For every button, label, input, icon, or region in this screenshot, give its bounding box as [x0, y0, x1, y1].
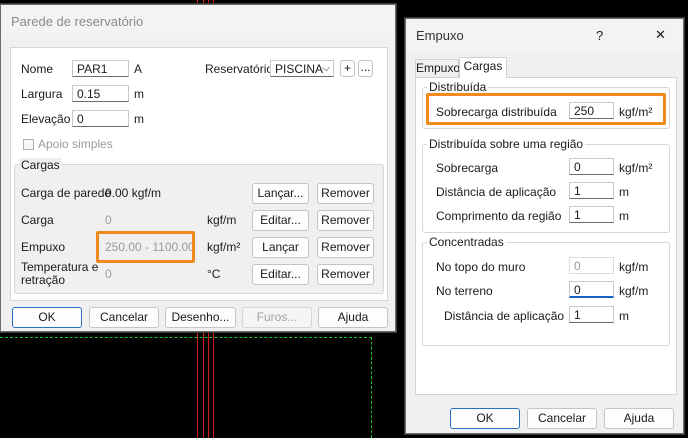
nome-input[interactable]: PAR1 [72, 60, 129, 77]
sobrecarga-input[interactable]: 0 [569, 158, 614, 175]
chevron-down-icon: ⌵ [322, 63, 330, 74]
carga-unit: kgf/m [207, 213, 237, 227]
topo-muro-unit: kgf/m [619, 260, 649, 274]
empuxo-ok-button[interactable]: OK [450, 408, 520, 429]
nome-label: Nome [21, 62, 54, 76]
empuxo-unit: kgf/m² [207, 240, 241, 254]
apoio-simples-checkbox[interactable] [23, 139, 34, 150]
distancia-aplicacao-label: Distância de aplicação [436, 185, 557, 199]
largura-unit: m [134, 87, 144, 101]
reservatorio-label: Reservatório [205, 62, 274, 76]
cargas-group-label: Cargas [19, 158, 62, 172]
distribuida-group-label: Distribuída [427, 80, 489, 94]
empuxo-ajuda-button[interactable]: Ajuda [604, 408, 674, 429]
empuxo-cancel-button[interactable]: Cancelar [527, 408, 597, 429]
carga-parede-label: Carga de parede [21, 186, 112, 200]
elevacao-unit: m [134, 112, 144, 126]
furos-button[interactable]: Furos... [242, 307, 312, 328]
remover-temp-button[interactable]: Remover [317, 264, 374, 285]
parede-titlebar[interactable]: Parede de reservatório [1, 5, 395, 39]
tab-empuxo[interactable]: Empuxo [415, 59, 460, 77]
lancar-empuxo-button[interactable]: Lançar [252, 237, 309, 258]
distancia-aplicacao-2-label: Distância de aplicação [444, 309, 565, 323]
carga-label: Carga [21, 213, 54, 227]
close-icon[interactable]: ✕ [655, 27, 666, 43]
sobrecarga-unit: kgf/m² [619, 161, 653, 175]
distancia-aplicacao-2-unit: m [619, 309, 629, 323]
editar-carga-button[interactable]: Editar... [252, 210, 309, 231]
parede-dialog: Parede de reservatório Nome PAR1 A Reser… [0, 4, 396, 332]
more-reservatorio-button[interactable]: ... [358, 60, 373, 77]
editar-temp-button[interactable]: Editar... [252, 264, 309, 285]
largura-input[interactable]: 0.15 [72, 85, 129, 102]
terreno-unit: kgf/m [619, 284, 649, 298]
reservatorio-value: PISCINA [275, 62, 324, 76]
comprimento-regiao-input[interactable]: 1 [569, 206, 614, 223]
tab-cargas[interactable]: Cargas [459, 57, 507, 78]
empuxo-label: Empuxo [21, 240, 66, 254]
comprimento-regiao-unit: m [619, 209, 629, 223]
cad-line-green [0, 337, 372, 338]
carga-parede-value: 0.00 kgf/m [105, 186, 162, 200]
empuxo-title: Empuxo [416, 28, 464, 43]
terreno-label: No terreno [436, 284, 493, 298]
apoio-simples-label: Apoio simples [38, 137, 113, 151]
comprimento-regiao-label: Comprimento da região [436, 209, 562, 223]
empuxo-highlight [96, 231, 195, 263]
temp-unit: °C [207, 267, 221, 281]
largura-label: Largura [21, 87, 63, 101]
regiao-group-label: Distribuída sobre uma região [427, 137, 586, 151]
elevacao-input[interactable]: 0 [72, 110, 129, 127]
ok-button[interactable]: OK [12, 307, 82, 328]
sobrecarga-label: Sobrecarga [436, 161, 499, 175]
sobrecarga-distribuida-highlight [426, 93, 666, 125]
reservatorio-select[interactable]: PISCINA ⌵ [270, 60, 334, 77]
cancel-button[interactable]: Cancelar [89, 307, 159, 328]
parede-title: Parede de reservatório [11, 14, 144, 29]
cargas-tab-panel: Distribuída Sobrecarga distribuída 250 k… [415, 77, 677, 395]
ajuda-button[interactable]: Ajuda [318, 307, 388, 328]
elevacao-label: Elevação [21, 112, 71, 126]
distancia-aplicacao-unit: m [619, 185, 629, 199]
empuxo-titlebar[interactable]: Empuxo ? ✕ [406, 19, 683, 51]
topo-muro-label: No topo do muro [436, 260, 526, 274]
concentradas-group-label: Concentradas [427, 235, 506, 249]
cad-line-green [371, 337, 372, 438]
distancia-aplicacao-input[interactable]: 1 [569, 182, 614, 199]
help-icon[interactable]: ? [596, 28, 603, 43]
add-reservatorio-button[interactable]: + [340, 60, 355, 77]
nome-suffix: A [134, 62, 143, 76]
terreno-input[interactable]: 0 [569, 281, 614, 298]
temp-value: 0 [105, 267, 112, 281]
distancia-aplicacao-2-input[interactable]: 1 [569, 306, 614, 323]
parede-panel: Nome PAR1 A Reservatório PISCINA ⌵ + ...… [10, 47, 388, 301]
remover-empuxo-button[interactable]: Remover [317, 237, 374, 258]
remover-carga-parede-button[interactable]: Remover [317, 183, 374, 204]
carga-value: 0 [105, 213, 112, 227]
retracao-label: retração [21, 273, 66, 287]
remover-carga-button[interactable]: Remover [317, 210, 374, 231]
empuxo-dialog: Empuxo ? ✕ Empuxo Cargas Distribuída Sob… [405, 18, 684, 434]
lancar-carga-parede-button[interactable]: Lançar... [252, 183, 309, 204]
topo-muro-input[interactable]: 0 [569, 257, 614, 274]
desenho-button[interactable]: Desenho... [165, 307, 236, 328]
